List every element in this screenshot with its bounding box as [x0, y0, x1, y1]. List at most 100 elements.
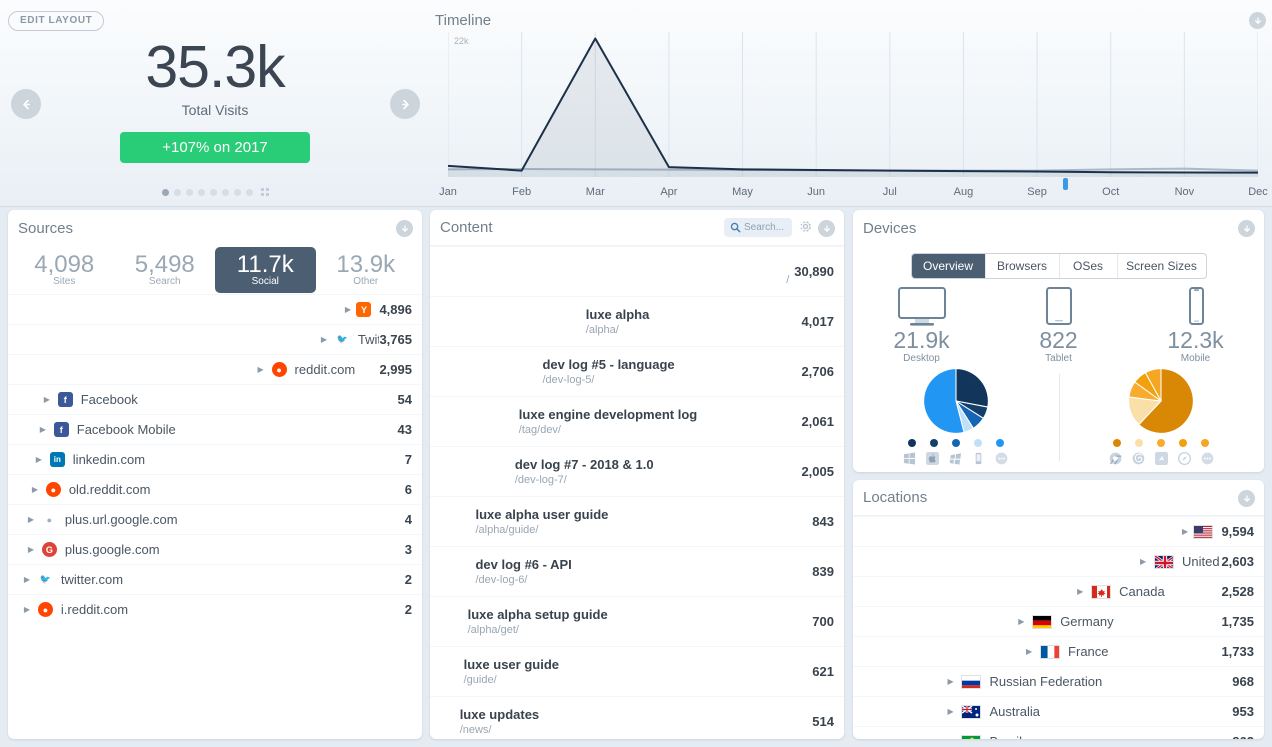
expand-caret-icon[interactable]: ▶	[24, 605, 38, 614]
expand-caret-icon[interactable]: ▶	[1140, 557, 1154, 566]
source-row[interactable]: ▶ f Facebook Mobile 43	[8, 414, 422, 444]
os-pie-chart[interactable]	[922, 368, 989, 434]
content-settings-button[interactable]	[798, 219, 813, 234]
os-legend-dots[interactable]	[907, 439, 1004, 447]
carousel-dot[interactable]	[173, 188, 181, 196]
source-row[interactable]: ▶ ● old.reddit.com 6	[8, 474, 422, 504]
expand-caret-icon[interactable]: ▶	[40, 425, 54, 434]
expand-caret-icon[interactable]: ▶	[1182, 527, 1193, 536]
content-row[interactable]: luxe user guide /guide/ 621	[430, 646, 844, 696]
location-row[interactable]: ▶ Russian Federation 968	[853, 666, 1264, 696]
legend-dot[interactable]	[951, 439, 960, 447]
device-card-tablet[interactable]: 822 Tablet	[990, 286, 1127, 364]
source-row[interactable]: ▶ ● plus.url.google.com 4	[8, 504, 422, 534]
sources-collapse-button[interactable]	[396, 220, 413, 237]
device-tab-screen-sizes[interactable]: Screen Sizes	[1118, 254, 1206, 278]
os-legend-icons[interactable]	[903, 452, 1008, 465]
device-card-mobile[interactable]: 12.3k Mobile	[1127, 286, 1264, 364]
expand-caret-icon[interactable]: ▶	[36, 455, 50, 464]
source-row[interactable]: ▶🐦 Twitter3,765	[8, 324, 422, 354]
locations-collapse-button[interactable]	[1238, 490, 1255, 507]
source-row[interactable]: ▶Ynews.ycombinator.com4,896	[8, 294, 422, 324]
source-row[interactable]: ▶ 🐦 twitter.com 2	[8, 564, 422, 594]
search-input[interactable]: Search...	[723, 218, 792, 237]
carousel-dot[interactable]	[233, 188, 241, 196]
content-row[interactable]: dev log #6 - API /dev-log-6/ 839	[430, 546, 844, 596]
expand-caret-icon[interactable]: ▶	[1018, 617, 1032, 626]
content-row[interactable]: dev log #5 - language /dev-log-5/ 2,706	[430, 346, 844, 396]
timeline-collapse-button[interactable]	[1249, 12, 1266, 29]
sources-stat-tabs[interactable]: 4,098 Sites 5,498 Search 11.7k Social 13.9k…	[8, 246, 422, 294]
content-row[interactable]: dev log #7 - 2018 & 1.0 /dev-log-7/ 2,00…	[430, 446, 844, 496]
source-row[interactable]: ▶ ● i.reddit.com 2	[8, 594, 422, 624]
pie-slice[interactable]	[955, 368, 989, 408]
expand-caret-icon[interactable]: ▶	[345, 305, 357, 314]
expand-caret-icon[interactable]: ▶	[947, 707, 961, 716]
expand-caret-icon[interactable]: ▶	[44, 395, 58, 404]
content-row[interactable]: luxe engine development log /tag/dev/ 2,…	[430, 396, 844, 446]
device-tab-browsers[interactable]: Browsers	[986, 254, 1060, 278]
timeline-chart[interactable]	[448, 32, 1258, 177]
expand-caret-icon[interactable]: ▶	[321, 335, 335, 344]
carousel-dot[interactable]	[161, 188, 169, 196]
legend-dot[interactable]	[1201, 439, 1210, 447]
carousel-dot[interactable]	[185, 188, 193, 196]
legend-dot[interactable]	[973, 439, 982, 447]
expand-caret-icon[interactable]: ▶	[258, 365, 272, 374]
expand-caret-icon[interactable]: ▶	[32, 485, 46, 494]
expand-caret-icon[interactable]: ▶	[28, 545, 42, 554]
location-row[interactable]: ▶ Canada 2,528	[853, 576, 1264, 606]
device-tab-oses[interactable]: OSes	[1060, 254, 1118, 278]
location-row[interactable]: ▶ Brazil862	[853, 726, 1264, 739]
source-row[interactable]: ▶ f Facebook 54	[8, 384, 422, 414]
carousel-dot[interactable]	[245, 188, 253, 196]
content-row[interactable]: luxe engine | A lovingly hand crafted ga…	[430, 246, 844, 296]
content-row[interactable]: luxe updates /news/ 514	[430, 696, 844, 739]
expand-caret-icon[interactable]: ▶	[1026, 647, 1040, 656]
carousel-dot[interactable]	[221, 188, 229, 196]
content-row[interactable]: luxe alpha setup guide /alpha/get/ 700	[430, 596, 844, 646]
carousel-next-button[interactable]	[390, 89, 420, 119]
expand-caret-icon[interactable]: ▶	[28, 515, 42, 524]
kpi-change-badge[interactable]: +107% on 2017	[120, 132, 310, 163]
source-row[interactable]: ▶ ● reddit.com 2,995	[8, 354, 422, 384]
legend-dot[interactable]	[1179, 439, 1188, 447]
browser-legend-dots[interactable]	[1113, 439, 1210, 447]
legend-dot[interactable]	[929, 439, 938, 447]
device-card-desktop[interactable]: 21.9k Desktop	[853, 286, 990, 364]
source-stat-social[interactable]: 11.7k Social	[215, 247, 316, 293]
legend-dot[interactable]	[1135, 439, 1144, 447]
timeline-slider-handle[interactable]	[1063, 178, 1068, 190]
carousel-dots[interactable]	[0, 188, 430, 196]
location-row[interactable]: ▶ Germany 1,735	[853, 606, 1264, 636]
device-tab-overview[interactable]: Overview	[911, 254, 986, 278]
layout-grid-icon[interactable]	[260, 188, 269, 196]
source-stat-other[interactable]: 13.9k Other	[316, 247, 417, 293]
source-stat-sites[interactable]: 4,098 Sites	[14, 247, 115, 293]
expand-caret-icon[interactable]: ▶	[947, 677, 961, 686]
devices-collapse-button[interactable]	[1238, 220, 1255, 237]
legend-dot[interactable]	[1157, 439, 1166, 447]
content-row[interactable]: luxe alpha user guide /alpha/guide/ 843	[430, 496, 844, 546]
carousel-dot[interactable]	[197, 188, 205, 196]
source-row[interactable]: ▶ Gplus.google.com 3	[8, 534, 422, 564]
location-row[interactable]: ▶ United Kingdom2,603	[853, 546, 1264, 576]
expand-caret-icon[interactable]: ▶	[1077, 587, 1091, 596]
browser-legend-icons[interactable]	[1109, 452, 1214, 465]
content-row[interactable]: luxe alpha /alpha/ 4,017	[430, 296, 844, 346]
expand-caret-icon[interactable]: ▶	[947, 737, 961, 739]
browser-pie-chart[interactable]	[1128, 368, 1195, 434]
carousel-prev-button[interactable]	[11, 89, 41, 119]
legend-dot[interactable]	[1113, 439, 1122, 447]
legend-dot[interactable]	[907, 439, 916, 447]
location-row[interactable]: ▶ Australia 953	[853, 696, 1264, 726]
source-stat-search[interactable]: 5,498 Search	[115, 247, 216, 293]
legend-dot[interactable]	[995, 439, 1004, 447]
content-collapse-button[interactable]	[818, 220, 835, 237]
location-row[interactable]: ▶United States9,594	[853, 516, 1264, 546]
source-row[interactable]: ▶ in linkedin.com 7	[8, 444, 422, 474]
devices-tabs[interactable]: Overview Browsers OSes Screen Sizes	[910, 253, 1207, 279]
expand-caret-icon[interactable]: ▶	[24, 575, 38, 584]
location-row[interactable]: ▶ France 1,733	[853, 636, 1264, 666]
carousel-dot[interactable]	[209, 188, 217, 196]
